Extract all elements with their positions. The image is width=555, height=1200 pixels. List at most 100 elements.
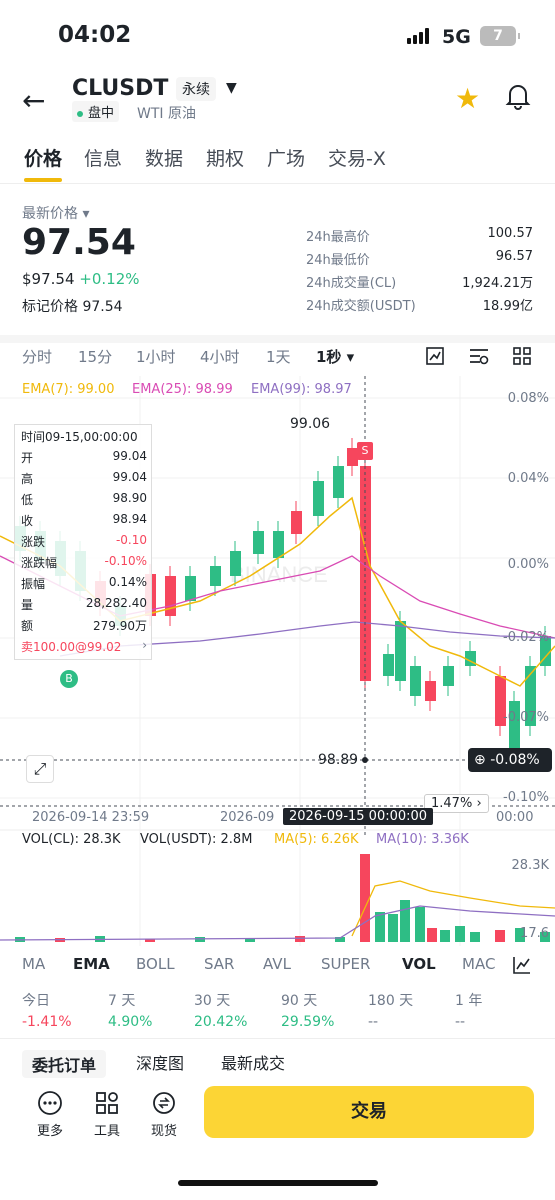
stat-value-low: 96.57 <box>495 249 533 264</box>
grid-layout-icon[interactable] <box>512 346 532 366</box>
panel-row-amount: 额 279.90万 <box>21 619 147 633</box>
low-marker: 98.89 <box>318 752 359 768</box>
mark-price-line: 标记价格 97.54 <box>22 299 123 315</box>
perf-label-180d: 180 天 <box>368 993 414 1009</box>
buy-marker-icon: B <box>60 670 78 688</box>
order-tabs: 委托订单 深度图 最新成交 <box>0 1050 555 1078</box>
tools-button[interactable]: 工具 <box>87 1090 127 1139</box>
stat-label-low: 24h最低价 <box>306 253 370 268</box>
crosshair-time-tag: 2026-09-15 00:00:00 <box>283 808 434 825</box>
indicator-ema[interactable]: EMA <box>73 955 110 973</box>
indicator-bar: MA EMA BOLL SAR AVL SUPER VOL MAC <box>0 955 555 979</box>
volume-bar <box>360 854 370 942</box>
indicator-chart-icon[interactable] <box>512 955 532 975</box>
underlying-label: WTI 原油 <box>137 106 196 122</box>
axis-pct-1: 0.08% <box>507 391 549 406</box>
tab-recent-trades[interactable]: 最新成交 <box>221 1050 285 1074</box>
more-dots-icon <box>38 1091 62 1115</box>
volume-axis-mid: 17.6 <box>520 926 549 941</box>
high-marker: 99.06 <box>290 416 331 432</box>
network-label: 5G <box>442 26 471 48</box>
range-pct-box[interactable]: 1.47% › <box>424 794 489 813</box>
volume-bar <box>400 900 410 942</box>
axis-pct-4: -0.02% <box>503 630 549 645</box>
interval-1h[interactable]: 1小时 <box>136 346 176 367</box>
tab-info[interactable]: 信息 <box>84 144 122 171</box>
interval-1s[interactable]: 1秒 ▾ <box>316 346 354 367</box>
sell-marker-icon: S <box>357 442 373 460</box>
indicator-boll[interactable]: BOLL <box>136 955 175 973</box>
chevron-down-icon[interactable]: ▼ <box>226 80 237 96</box>
axis-pct-6: -0.10% <box>503 790 549 805</box>
time-axis-4: 00:00 <box>496 810 534 825</box>
spot-button[interactable]: 现货 <box>144 1090 184 1139</box>
indicator-macd[interactable]: MAC <box>462 955 495 973</box>
indicator-avl[interactable]: AVL <box>263 955 291 973</box>
axis-pct-3: 0.00% <box>507 557 549 572</box>
time-axis-2: 2026-09 <box>220 810 275 825</box>
stat-label-high: 24h最高价 <box>306 230 370 245</box>
vol-cl-label: VOL(CL): 28.3K <box>22 832 121 847</box>
order-divider <box>0 1038 555 1039</box>
trade-button[interactable]: 交易 <box>204 1086 534 1138</box>
symbol-title[interactable]: CLUSDT <box>72 76 168 101</box>
time-axis-1: 2026-09-14 23:59 <box>32 810 150 825</box>
panel-row-volume: 量 28,282.40 <box>21 596 147 612</box>
stat-value-volume: 1,924.21万 <box>462 276 533 291</box>
tab-square[interactable]: 广场 <box>267 144 305 171</box>
tab-depth-chart[interactable]: 深度图 <box>136 1050 184 1074</box>
volume-bar <box>195 937 205 942</box>
perf-label-90d: 90 天 <box>281 993 318 1009</box>
volume-bar <box>427 928 437 942</box>
volume-axis-max: 28.3K <box>511 858 549 873</box>
fullscreen-icon[interactable]: ⤢ <box>26 755 54 783</box>
indicator-sar[interactable]: SAR <box>204 955 234 973</box>
status-time: 04:02 <box>58 22 132 48</box>
axis-pct-2: 0.04% <box>507 471 549 486</box>
indicator-settings-icon[interactable] <box>468 346 490 366</box>
indicator-super[interactable]: SUPER <box>321 955 370 973</box>
tab-price[interactable]: 价格 <box>24 144 62 171</box>
tab-data[interactable]: 数据 <box>145 144 183 171</box>
battery-icon: 7 <box>480 26 520 46</box>
interval-1d[interactable]: 1天 <box>266 346 291 367</box>
volume-bar <box>470 932 480 942</box>
indicator-vol[interactable]: VOL <box>402 955 436 973</box>
tools-grid-icon <box>96 1092 118 1114</box>
panel-row-change-pct: 涨跌幅 -0.10% <box>21 554 147 570</box>
volume-bar <box>455 926 465 942</box>
ema99-label: EMA(99): 98.97 <box>251 382 352 397</box>
tab-open-orders[interactable]: 委托订单 <box>22 1050 107 1078</box>
current-price-tag[interactable]: ⊕ -0.08% <box>468 748 552 772</box>
bell-icon[interactable] <box>505 82 531 110</box>
stat-value-high: 100.57 <box>487 226 534 241</box>
last-price: 97.54 <box>22 222 136 263</box>
panel-row-change: 涨跌 -0.10 <box>21 533 147 549</box>
back-arrow-icon[interactable]: ← <box>22 84 45 117</box>
perf-value-30d: 20.42% <box>194 1014 248 1030</box>
volume-bar <box>415 907 425 942</box>
stat-label-turnover: 24h成交额(USDT) <box>306 299 416 314</box>
interval-4h[interactable]: 4小时 <box>200 346 240 367</box>
perf-label-7d: 7 天 <box>108 993 136 1009</box>
chart-settings-icon[interactable] <box>425 346 445 366</box>
interval-timeline[interactable]: 分时 <box>22 346 52 367</box>
volume-bar <box>495 930 505 942</box>
panel-row-sell-order[interactable]: 卖100.00@99.02 › <box>21 638 147 658</box>
stat-value-turnover: 18.99亿 <box>482 299 533 314</box>
more-button[interactable]: 更多 <box>30 1090 70 1139</box>
indicator-ma[interactable]: MA <box>22 955 45 973</box>
main-tabs: 价格 信息 数据 期权 广场 交易-X <box>0 144 555 184</box>
panel-row-high: 高 99.04 <box>21 470 147 486</box>
tab-trade-x[interactable]: 交易-X <box>328 144 386 171</box>
stat-label-volume: 24h成交量(CL) <box>306 276 397 291</box>
home-indicator[interactable] <box>178 1180 378 1186</box>
panel-row-time: 时间09-15,00:00:00 <box>21 430 138 444</box>
interval-15m[interactable]: 15分 <box>78 346 112 367</box>
perf-label-30d: 30 天 <box>194 993 231 1009</box>
perf-value-today: -1.41% <box>22 1014 72 1030</box>
tab-options[interactable]: 期权 <box>206 144 244 171</box>
section-divider <box>0 335 555 343</box>
favorite-star-icon[interactable]: ★ <box>455 82 480 115</box>
last-price-label[interactable]: 最新价格 ▾ <box>22 203 89 223</box>
